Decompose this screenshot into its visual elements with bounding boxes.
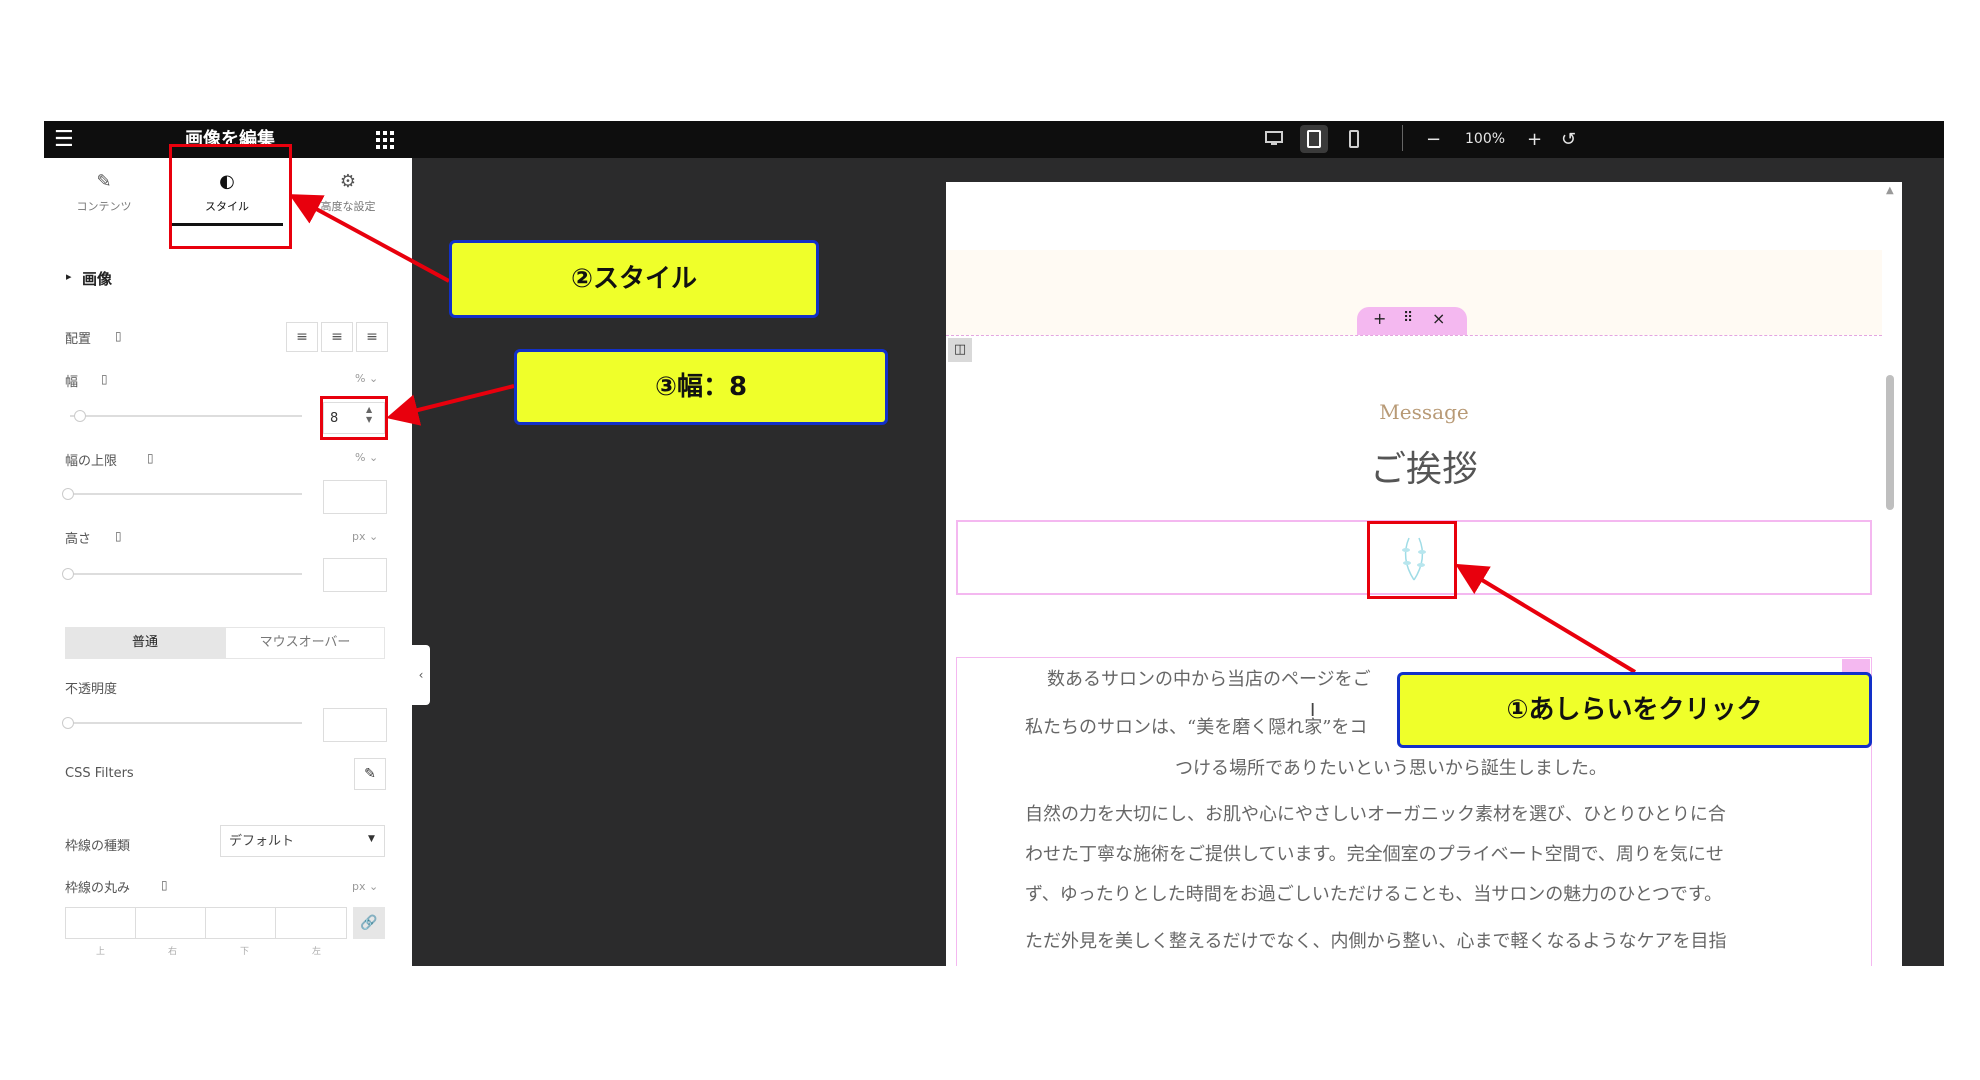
callout-style: ②スタイル [449,240,819,318]
callout-width: ③幅：8 [514,349,888,425]
callout-click-decoration: ①あしらいをクリック [1397,672,1872,748]
annotation-arrows [288,194,1637,674]
